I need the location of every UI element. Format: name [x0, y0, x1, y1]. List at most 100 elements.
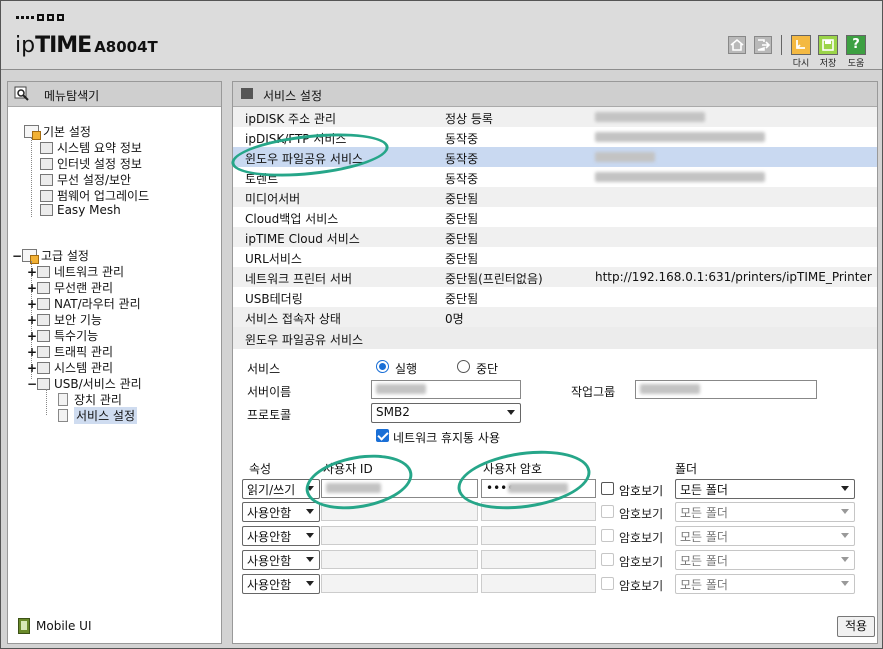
service-name: USB테더링 — [245, 292, 303, 306]
expand-plus-icon: + — [27, 344, 38, 359]
folder-select[interactable]: 모든 폴더 — [675, 574, 855, 594]
mobile-ui-label: Mobile UI — [36, 619, 92, 633]
col-folder-header: 폴더 — [675, 462, 698, 476]
tree-item-label: NAT/라우터 관리 — [54, 297, 141, 311]
tree-item-network[interactable]: + 네트워크 관리 — [27, 263, 124, 280]
tree-connector — [46, 389, 47, 415]
tree-item-device-manage[interactable]: 장치 관리 — [58, 391, 122, 408]
folder-value: 모든 폴더 — [680, 554, 728, 568]
chevron-down-icon — [841, 557, 849, 562]
save-button[interactable] — [818, 35, 838, 55]
show-password-checkbox[interactable] — [601, 577, 614, 590]
tree-item-internet-info[interactable]: 인터넷 설정 정보 — [40, 155, 142, 172]
tree-item-system-summary[interactable]: 시스템 요약 정보 — [40, 139, 142, 156]
service-row: 네트워크 프린터 서버 중단됨(프린터없음) http://192.168.0.… — [233, 267, 877, 287]
tree-item-label: 시스템 요약 정보 — [57, 141, 142, 155]
service-status: 중단됨 — [445, 292, 479, 306]
menu-explorer: 메뉴탐색기 기본 설정 시스템 요약 정보 인터넷 설정 정보 무선 설정/보안… — [7, 81, 222, 644]
show-password-checkbox[interactable] — [601, 482, 614, 495]
monitor-icon — [40, 157, 53, 170]
user-attr-select[interactable]: 사용안함 — [242, 574, 320, 594]
server-name-input[interactable] — [371, 380, 521, 399]
tree-connector — [31, 137, 32, 217]
folder-select[interactable]: 모든 폴더 — [675, 550, 855, 570]
folder-select[interactable]: 모든 폴더 — [675, 479, 855, 499]
redacted-value — [595, 132, 765, 142]
chevron-down-icon — [841, 533, 849, 538]
panel-header: 서비스 설정 — [233, 82, 877, 107]
service-status: 중단됨 — [445, 192, 479, 206]
protocol-select[interactable]: SMB2 — [371, 403, 521, 423]
folder-value: 모든 폴더 — [680, 530, 728, 544]
tree-item-label: 장치 관리 — [74, 393, 122, 407]
show-password-checkbox[interactable] — [601, 505, 614, 518]
service-status: 중단됨(프린터없음) — [445, 272, 543, 286]
save-icon — [822, 39, 834, 51]
user-attr-select[interactable]: 사용안함 — [242, 526, 320, 546]
mobile-ui-link[interactable]: Mobile UI — [18, 618, 92, 634]
user-id-input[interactable] — [321, 526, 478, 545]
tree-item-special[interactable]: + 특수기능 — [27, 327, 98, 344]
help-icon: ? — [852, 37, 860, 52]
service-status: 중단됨 — [445, 232, 479, 246]
tree-item-wireless[interactable]: + 무선랜 관리 — [27, 279, 113, 296]
undo-button[interactable] — [791, 35, 811, 55]
tree-item-label: 보안 기능 — [54, 313, 102, 327]
tree-item-firmware-upgrade[interactable]: 펌웨어 업그레이드 — [40, 187, 149, 204]
logo-mark-icon — [16, 14, 64, 21]
user-password-input[interactable] — [481, 526, 596, 545]
tree-item-wireless-security[interactable]: 무선 설정/보안 — [40, 171, 131, 188]
tree-item-label: 인터넷 설정 정보 — [57, 157, 142, 171]
tree-item-label: 무선 설정/보안 — [57, 173, 132, 187]
home-button[interactable] — [728, 36, 746, 54]
search-icon — [14, 86, 29, 101]
folder-select[interactable]: 모든 폴더 — [675, 502, 855, 522]
netbin-checkbox[interactable] — [376, 429, 389, 442]
service-label: 서비스 — [247, 362, 281, 376]
tree-basic-settings[interactable]: 기본 설정 — [24, 123, 91, 140]
folder-value: 모든 폴더 — [680, 506, 728, 520]
show-password-label: 암호보기 — [619, 579, 664, 593]
tree-item-usb-service[interactable]: − USB/서비스 관리 — [27, 375, 142, 392]
tree-item-nat-router[interactable]: + NAT/라우터 관리 — [27, 295, 141, 312]
expand-plus-icon: + — [27, 360, 38, 375]
tree-item-easy-mesh[interactable]: Easy Mesh — [40, 203, 121, 217]
collapse-minus-icon: − — [27, 376, 38, 391]
service-name: 미디어서버 — [245, 192, 301, 206]
undo-icon — [796, 40, 805, 49]
tree-item-traffic[interactable]: + 트래픽 관리 — [27, 343, 113, 360]
netbin-label: 네트워크 휴지통 사용 — [393, 431, 500, 445]
service-stop-radio[interactable] — [457, 360, 470, 373]
user-attr-value: 사용안함 — [247, 530, 292, 544]
show-password-label: 암호보기 — [619, 507, 664, 521]
user-id-input[interactable] — [321, 550, 478, 569]
folder-select[interactable]: 모든 폴더 — [675, 526, 855, 546]
help-button[interactable]: ? — [846, 35, 866, 55]
show-password-checkbox[interactable] — [601, 529, 614, 542]
service-row: ipTIME Cloud 서비스 중단됨 — [233, 227, 877, 247]
service-status: 중단됨 — [445, 252, 479, 266]
tree-advanced-settings[interactable]: − 고급 설정 — [12, 247, 89, 264]
show-password-label: 암호보기 — [619, 484, 664, 498]
collapse-minus-icon: − — [12, 248, 23, 263]
user-password-input[interactable] — [481, 574, 596, 593]
tree-item-system[interactable]: + 시스템 관리 — [27, 359, 113, 376]
show-password-checkbox[interactable] — [601, 553, 614, 566]
user-attr-select[interactable]: 사용안함 — [242, 502, 320, 522]
help-label: 도움 — [847, 59, 865, 69]
user-id-input[interactable] — [321, 574, 478, 593]
save-label: 저장 — [819, 59, 837, 69]
user-attr-select[interactable]: 사용안함 — [242, 550, 320, 570]
tree-item-service-settings[interactable]: 서비스 설정 — [58, 407, 138, 424]
user-attr-value: 사용안함 — [247, 554, 292, 568]
tree-item-label: 무선랜 관리 — [54, 281, 114, 295]
logout-button[interactable] — [754, 36, 772, 54]
tree-item-label: USB/서비스 관리 — [54, 377, 142, 391]
wifi-icon — [40, 173, 53, 186]
workgroup-input[interactable] — [635, 380, 817, 399]
apply-button[interactable]: 적용 — [837, 616, 875, 637]
tree-item-security[interactable]: + 보안 기능 — [27, 311, 102, 328]
chevron-down-icon — [841, 509, 849, 514]
service-run-radio[interactable] — [376, 360, 389, 373]
user-password-input[interactable] — [481, 550, 596, 569]
